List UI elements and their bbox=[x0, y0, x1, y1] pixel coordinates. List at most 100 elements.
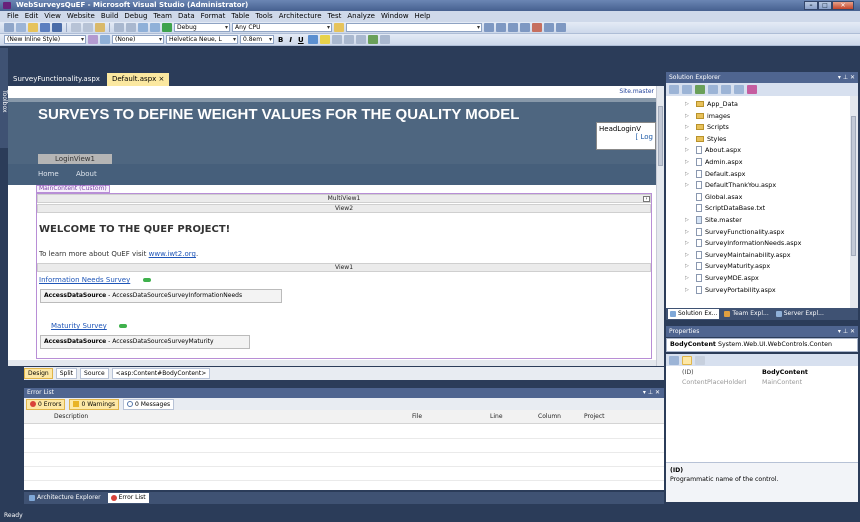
hyperlink-icon[interactable] bbox=[367, 35, 378, 44]
expand-arrow-icon[interactable]: ▷ bbox=[685, 217, 689, 223]
smart-tag-icon[interactable]: › bbox=[643, 196, 650, 202]
solution-item[interactable]: ▷ SurveyMDE.aspx bbox=[685, 273, 759, 283]
access-data-source-information-needs[interactable]: AccessDataSource - AccessDataSourceSurve… bbox=[40, 289, 282, 303]
find-in-files-icon[interactable] bbox=[334, 23, 344, 32]
site-master-label[interactable]: Site.master bbox=[619, 88, 654, 95]
tab-team-explorer[interactable]: Team Expl... bbox=[722, 309, 770, 319]
multiview-header[interactable]: MultiView1 bbox=[37, 194, 651, 203]
menu-team[interactable]: Team bbox=[150, 11, 175, 22]
property-row-id[interactable]: (ID) BodyContent bbox=[666, 368, 858, 378]
iwt2-link[interactable]: www.iwt2.org bbox=[149, 250, 196, 258]
menu-test[interactable]: Test bbox=[325, 11, 345, 22]
col-column[interactable]: Column bbox=[538, 413, 561, 420]
maturity-survey-link[interactable]: Maturity Survey bbox=[51, 322, 107, 330]
menu-view[interactable]: View bbox=[41, 11, 64, 22]
solution-item[interactable]: ▷ Default.aspx bbox=[685, 169, 745, 179]
navigate-forward-icon[interactable] bbox=[150, 23, 160, 32]
pin-close-icon[interactable]: ▾ ⊥ ✕ bbox=[643, 388, 660, 398]
editor-horizontal-scrollbar[interactable] bbox=[8, 360, 656, 366]
property-pages-icon[interactable] bbox=[695, 355, 705, 365]
nest-related-icon[interactable] bbox=[734, 85, 744, 94]
tab-solution-explorer[interactable]: Solution Ex... bbox=[668, 309, 720, 319]
split-view-button[interactable]: Split bbox=[55, 368, 78, 379]
view2-header[interactable]: View2 bbox=[37, 204, 651, 213]
italic-button[interactable]: I bbox=[287, 36, 294, 44]
tab-server-explorer[interactable]: Server Expl... bbox=[774, 309, 826, 319]
redo-icon[interactable] bbox=[126, 23, 136, 32]
command-window-icon[interactable] bbox=[556, 23, 566, 32]
login-link[interactable]: [ Log bbox=[599, 133, 653, 141]
design-surface[interactable]: Site.master SURVEYS TO DEFINE WEIGHT VAL… bbox=[8, 86, 656, 360]
save-all-icon[interactable] bbox=[52, 23, 62, 32]
menu-table[interactable]: Table bbox=[228, 11, 252, 22]
solution-item[interactable]: ▷ Scripts bbox=[685, 122, 729, 132]
scrollbar-thumb[interactable] bbox=[851, 116, 856, 256]
start-debugging-icon[interactable] bbox=[162, 23, 172, 32]
solution-item[interactable]: ▷ SurveyInformationNeeds.aspx bbox=[685, 238, 801, 248]
add-item-icon[interactable] bbox=[16, 23, 26, 32]
maximize-button[interactable]: □ bbox=[818, 1, 832, 10]
style-icon[interactable] bbox=[88, 35, 98, 44]
solution-item[interactable]: ▷ Site.master bbox=[685, 215, 742, 225]
target-rule-icon[interactable] bbox=[100, 35, 110, 44]
warnings-filter-button[interactable]: 0 Warnings bbox=[69, 398, 120, 410]
expand-arrow-icon[interactable]: ▷ bbox=[685, 159, 689, 165]
editor-vertical-scrollbar[interactable] bbox=[656, 86, 664, 366]
menu-architecture[interactable]: Architecture bbox=[276, 11, 325, 22]
menu-tools[interactable]: Tools bbox=[252, 11, 275, 22]
errors-filter-button[interactable]: 0 Errors bbox=[26, 398, 66, 410]
nav-about[interactable]: About bbox=[76, 170, 97, 178]
solution-item[interactable]: ▷ About.aspx bbox=[685, 145, 741, 155]
spell-check-icon[interactable] bbox=[379, 35, 390, 44]
underline-button[interactable]: U bbox=[296, 36, 306, 44]
close-button[interactable]: ✕ bbox=[832, 1, 854, 10]
menu-help[interactable]: Help bbox=[412, 11, 434, 22]
solution-item[interactable]: ▷ SurveyPortability.aspx bbox=[685, 285, 776, 295]
tab-survey-functionality[interactable]: SurveyFunctionality.aspx bbox=[8, 73, 105, 86]
save-icon[interactable] bbox=[40, 23, 50, 32]
menu-window[interactable]: Window bbox=[378, 11, 412, 22]
toolbox-icon[interactable] bbox=[520, 23, 530, 32]
solution-item[interactable]: ▷ Admin.aspx bbox=[685, 157, 742, 167]
solution-item[interactable]: ▷ DefaultThankYou.aspx bbox=[685, 180, 776, 190]
solution-item[interactable]: ScriptDataBase.txt bbox=[696, 203, 765, 213]
undo-icon[interactable] bbox=[114, 23, 124, 32]
nav-home[interactable]: Home bbox=[38, 170, 59, 178]
expand-arrow-icon[interactable]: ▷ bbox=[685, 240, 689, 246]
view-code-icon[interactable] bbox=[708, 85, 718, 94]
expand-arrow-icon[interactable]: ▷ bbox=[685, 263, 689, 269]
font-size-select[interactable]: 0.8em bbox=[240, 35, 274, 44]
tag-breadcrumb[interactable]: <asp:Content#BodyContent> bbox=[111, 368, 211, 379]
view-designer-icon[interactable] bbox=[721, 85, 731, 94]
highlight-icon[interactable] bbox=[319, 35, 330, 44]
platform-select[interactable]: Any CPU bbox=[232, 23, 332, 32]
refresh-icon[interactable] bbox=[695, 85, 705, 94]
font-select[interactable]: Helvetica Neue, L bbox=[166, 35, 238, 44]
target-rule-select[interactable]: (None) bbox=[112, 35, 164, 44]
access-data-source-maturity[interactable]: AccessDataSource - AccessDataSourceSurve… bbox=[40, 335, 250, 349]
categorized-icon[interactable] bbox=[669, 355, 679, 365]
navigate-icon[interactable] bbox=[138, 23, 148, 32]
align-icon[interactable] bbox=[331, 35, 342, 44]
style-select[interactable]: (New Inline Style) bbox=[4, 35, 86, 44]
menu-build[interactable]: Build bbox=[98, 11, 122, 22]
menu-edit[interactable]: Edit bbox=[22, 11, 42, 22]
object-browser-icon[interactable] bbox=[508, 23, 518, 32]
menu-format[interactable]: Format bbox=[198, 11, 229, 22]
tab-default-aspx[interactable]: Default.aspx × bbox=[106, 73, 170, 86]
col-line[interactable]: Line bbox=[490, 413, 503, 420]
main-content-label[interactable]: MainContent (Custom) bbox=[36, 185, 110, 193]
solution-item[interactable]: ▷ SurveyFunctionality.aspx bbox=[685, 227, 784, 237]
expand-arrow-icon[interactable]: ▷ bbox=[685, 124, 689, 130]
expand-arrow-icon[interactable]: ▷ bbox=[685, 171, 689, 177]
bold-button[interactable]: B bbox=[276, 36, 285, 44]
alphabetical-icon[interactable] bbox=[682, 355, 692, 365]
property-value[interactable]: MainContent bbox=[762, 378, 802, 388]
expand-arrow-icon[interactable]: ▷ bbox=[685, 275, 689, 281]
solution-item[interactable]: ▷ App_Data bbox=[685, 99, 738, 109]
expand-arrow-icon[interactable]: ▷ bbox=[685, 113, 689, 119]
bullet-list-icon[interactable] bbox=[355, 35, 366, 44]
pin-close-icon[interactable]: ▾ ⊥ ✕ bbox=[838, 326, 855, 337]
property-row-placeholder[interactable]: ContentPlaceHolderI MainContent bbox=[666, 378, 858, 388]
menu-debug[interactable]: Debug bbox=[121, 11, 150, 22]
